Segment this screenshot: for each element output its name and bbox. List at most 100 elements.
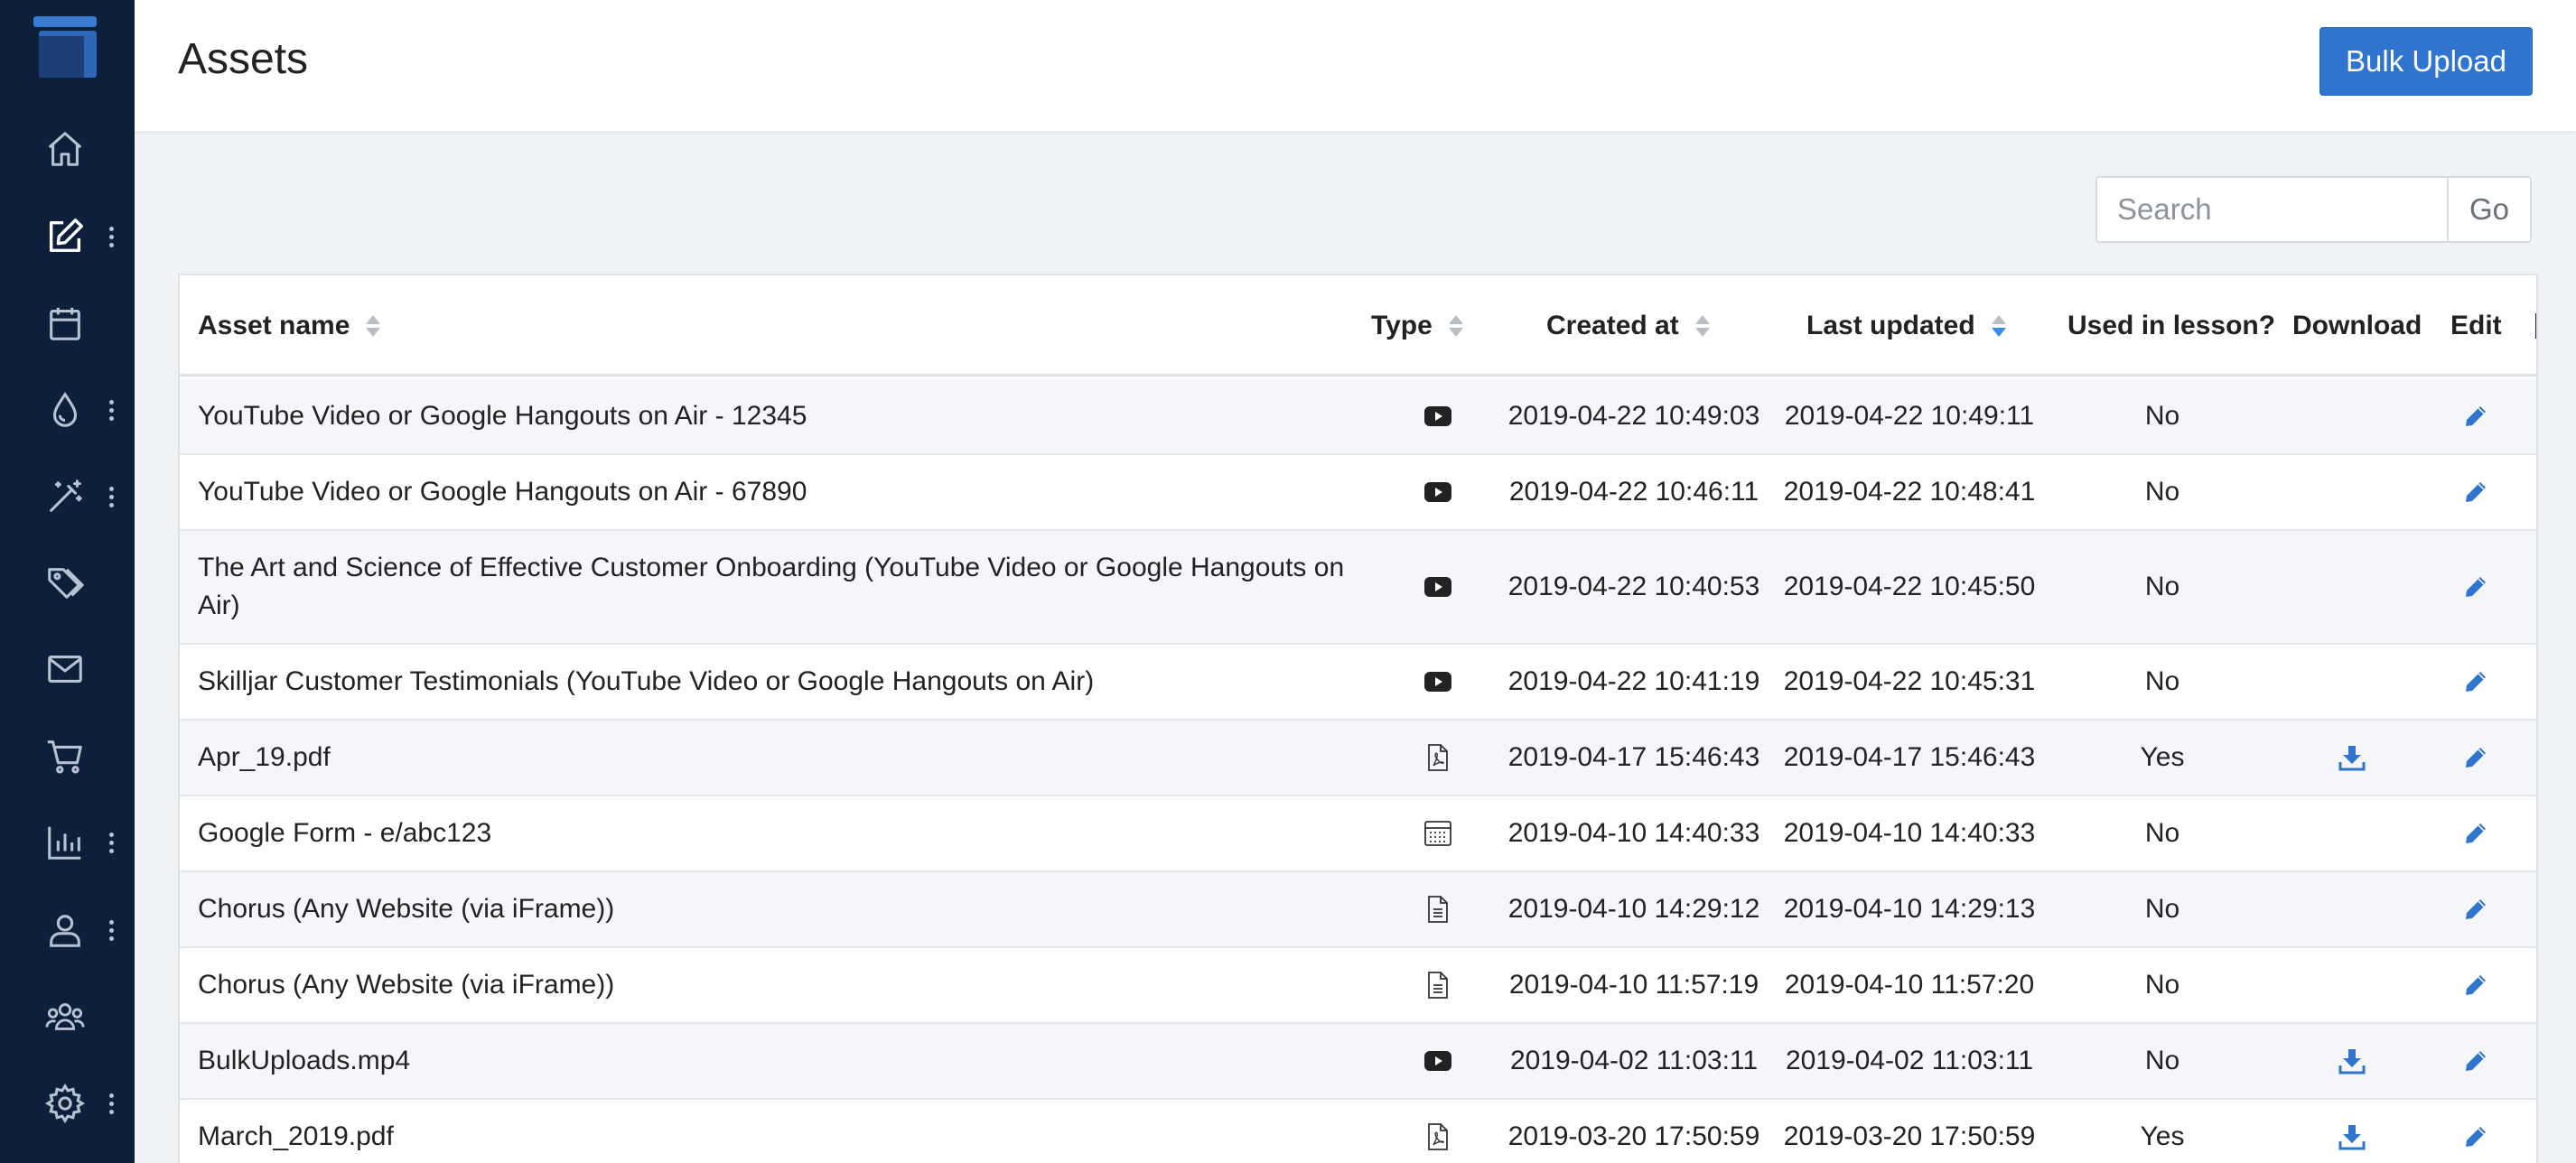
sort-icon[interactable] — [1447, 314, 1463, 338]
download-cell — [2275, 796, 2429, 870]
asset-name[interactable]: March_2019.pdf — [198, 1118, 394, 1156]
asset-type-cell — [1381, 531, 1494, 643]
download-icon[interactable] — [2338, 1123, 2366, 1150]
asset-name[interactable]: Chorus (Any Website (via iFrame)) — [198, 966, 614, 1004]
youtube-icon — [1423, 482, 1451, 502]
column-header-used-in-lesson: Used in lesson? — [2067, 275, 2275, 377]
sidebar-item-analytics[interactable] — [0, 806, 135, 879]
edit-pencil-icon[interactable] — [2463, 669, 2488, 694]
edit-pencil-icon[interactable] — [2463, 1048, 2488, 1074]
download-cell — [2275, 531, 2429, 643]
sort-icon[interactable] — [364, 314, 381, 338]
asset-type-cell — [1381, 645, 1494, 719]
table-row: March_2019.pdf 2019-03-20 17:50:59 2019-03… — [180, 1100, 2536, 1163]
more-options-icon[interactable] — [103, 916, 119, 944]
edit-cell — [2436, 948, 2515, 1022]
download-icon[interactable] — [2338, 1047, 2366, 1075]
assets-table: Asset name Type Created at Last updated … — [178, 274, 2538, 1163]
download-cell — [2275, 948, 2429, 1022]
asset-name[interactable]: Skilljar Customer Testimonials (YouTube … — [198, 663, 1094, 701]
table-row: YouTube Video or Google Hangouts on Air … — [180, 455, 2536, 531]
pdf-file-icon — [1427, 1123, 1449, 1150]
download-cell — [2275, 721, 2429, 795]
asset-name[interactable]: Google Form - e/abc123 — [198, 814, 491, 852]
used-in-lesson-cell: No — [2144, 818, 2180, 848]
used-in-lesson-cell: No — [2144, 477, 2180, 507]
search-input[interactable] — [2095, 176, 2447, 243]
download-icon[interactable] — [2338, 744, 2366, 771]
asset-name[interactable]: Chorus (Any Website (via iFrame)) — [198, 890, 614, 928]
column-header-edit: Edit — [2450, 275, 2502, 377]
column-header-created-at[interactable]: Created at — [1546, 275, 1710, 377]
youtube-icon — [1423, 672, 1451, 692]
used-in-lesson-cell: No — [2144, 572, 2180, 601]
logo[interactable] — [33, 16, 97, 78]
more-options-icon[interactable] — [103, 483, 119, 510]
asset-name[interactable]: BulkUploads.mp4 — [198, 1042, 410, 1080]
sidebar-item-magic[interactable] — [0, 461, 135, 533]
download-cell — [2275, 1024, 2429, 1098]
edit-pencil-icon[interactable] — [2463, 1124, 2488, 1149]
used-in-lesson-cell: No — [2144, 401, 2180, 431]
column-header-type[interactable]: Type — [1371, 275, 1463, 377]
home-icon — [40, 124, 90, 174]
column-header-last-updated[interactable]: Last updated — [1806, 275, 2006, 377]
sidebar-item-cart[interactable] — [0, 720, 135, 792]
column-header-label: Used in lesson? — [2067, 311, 2276, 340]
edit-pencil-icon[interactable] — [2463, 745, 2488, 770]
more-options-icon[interactable] — [103, 223, 119, 250]
sidebar-item-theme[interactable] — [0, 374, 135, 446]
bulk-upload-button[interactable]: Bulk Upload — [2319, 27, 2533, 96]
created-at-cell: 2019-04-22 10:49:03 — [1507, 401, 1760, 431]
document-icon — [1427, 972, 1449, 999]
edit-pencil-icon[interactable] — [2463, 821, 2488, 846]
sidebar-item-mail[interactable] — [0, 633, 135, 705]
sidebar-item-settings[interactable] — [0, 1067, 135, 1140]
edit-pencil-icon[interactable] — [2463, 404, 2488, 429]
edit-cell — [2436, 455, 2515, 529]
used-in-lesson-cell: Yes — [2140, 742, 2185, 772]
sidebar-item-user[interactable] — [0, 894, 135, 966]
table-row: Chorus (Any Website (via iFrame)) 2019-04… — [180, 948, 2536, 1024]
more-options-icon[interactable] — [103, 1090, 119, 1117]
asset-name[interactable]: YouTube Video or Google Hangouts on Air … — [198, 397, 807, 435]
search-go-button[interactable]: Go — [2447, 176, 2532, 243]
edit-icon — [40, 211, 90, 262]
asset-name[interactable]: Apr_19.pdf — [198, 739, 331, 777]
created-at-cell: 2019-04-22 10:41:19 — [1507, 666, 1760, 696]
table-header: Asset name Type Created at Last updated … — [180, 275, 2536, 377]
last-updated-cell: 2019-04-22 10:49:11 — [1784, 401, 2035, 431]
sort-desc-icon[interactable] — [1990, 314, 2006, 338]
youtube-icon — [1423, 1051, 1451, 1071]
asset-type-cell — [1381, 1024, 1494, 1098]
edit-pencil-icon[interactable] — [2463, 972, 2488, 998]
edit-pencil-icon[interactable] — [2463, 897, 2488, 922]
sidebar-item-home[interactable] — [0, 113, 135, 185]
page-title: Assets — [178, 35, 309, 83]
used-in-lesson-cell: No — [2144, 970, 2180, 1000]
youtube-icon — [1423, 406, 1451, 426]
asset-type-cell — [1381, 379, 1494, 453]
column-header-download: Download — [2292, 275, 2422, 377]
asset-name[interactable]: The Art and Science of Effective Custome… — [198, 549, 1372, 625]
edit-pencil-icon[interactable] — [2463, 479, 2488, 505]
asset-name-cell: Chorus (Any Website (via iFrame)) — [198, 872, 1372, 946]
edit-pencil-icon[interactable] — [2463, 574, 2488, 600]
asset-name[interactable]: YouTube Video or Google Hangouts on Air … — [198, 473, 807, 511]
table-row: Chorus (Any Website (via iFrame)) 2019-04… — [180, 872, 2536, 948]
created-at-cell: 2019-04-10 14:40:33 — [1507, 818, 1760, 848]
sort-icon[interactable] — [1694, 314, 1710, 338]
sidebar-item-calendar[interactable] — [0, 287, 135, 359]
sidebar-item-content[interactable] — [0, 200, 135, 273]
more-options-icon[interactable] — [103, 396, 119, 423]
column-header-asset-name[interactable]: Asset name — [198, 275, 381, 377]
created-at-cell: 2019-04-02 11:03:11 — [1509, 1046, 1759, 1075]
more-options-icon[interactable] — [103, 829, 119, 856]
last-updated-cell: 2019-04-22 10:45:50 — [1783, 572, 2036, 601]
edit-cell — [2436, 645, 2515, 719]
sidebar-item-tags[interactable] — [0, 547, 135, 619]
edit-cell — [2436, 531, 2515, 643]
column-header-label: Asset name — [198, 311, 350, 340]
asset-type-cell — [1381, 721, 1494, 795]
sidebar-item-groups[interactable] — [0, 981, 135, 1053]
